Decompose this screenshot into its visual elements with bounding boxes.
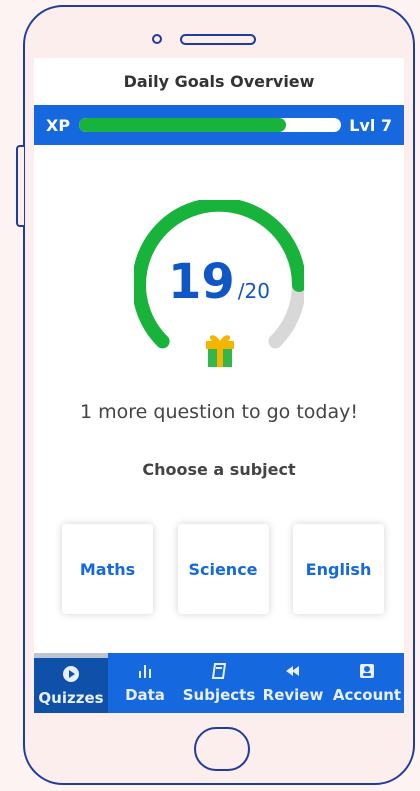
gift-icon: [206, 335, 234, 367]
rewind-icon: [286, 666, 299, 676]
subject-card-maths[interactable]: Maths: [62, 524, 153, 614]
xp-bar: XP Lvl 7: [34, 105, 404, 145]
goal-counter: 19/20: [34, 258, 404, 306]
nav-item-subjects[interactable]: Subjects: [182, 653, 256, 713]
bar-chart-icon: [139, 665, 151, 678]
xp-label: XP: [46, 115, 71, 135]
play-icon: [63, 665, 79, 682]
xp-progress-bar: [79, 118, 341, 132]
goal-target: /20: [237, 279, 270, 303]
page-title: Daily Goals Overview: [123, 72, 315, 91]
nav-label: Quizzes: [38, 688, 104, 707]
bottom-navigation: Quizzes Data Subjects Review Account: [34, 653, 404, 713]
app-screen: Daily Goals Overview XP Lvl 7 19/20 1 mo…: [34, 58, 404, 713]
subject-card-english[interactable]: English: [293, 524, 384, 614]
nav-item-review[interactable]: Review: [256, 653, 330, 713]
camera-icon: [152, 34, 162, 44]
book-icon: [211, 663, 227, 679]
nav-item-data[interactable]: Data: [108, 653, 182, 713]
nav-item-quizzes[interactable]: Quizzes: [34, 653, 108, 713]
nav-label: Review: [262, 686, 324, 704]
progress-message: 1 more question to go today!: [80, 401, 358, 423]
home-button[interactable]: [194, 727, 250, 771]
subject-heading: Choose a subject: [142, 460, 296, 479]
subject-selector: Maths Science English: [62, 524, 384, 614]
side-button: [16, 145, 24, 227]
level-label: Lvl 7: [349, 115, 392, 135]
xp-progress-fill: [79, 118, 286, 132]
subject-card-science[interactable]: Science: [177, 524, 269, 614]
nav-label: Subjects: [182, 686, 256, 704]
speaker-slot: [180, 34, 256, 45]
goal-current: 19: [168, 254, 235, 310]
person-icon: [360, 664, 374, 678]
nav-label: Data: [125, 686, 165, 704]
nav-item-account[interactable]: Account: [330, 653, 404, 713]
nav-label: Account: [332, 686, 402, 704]
